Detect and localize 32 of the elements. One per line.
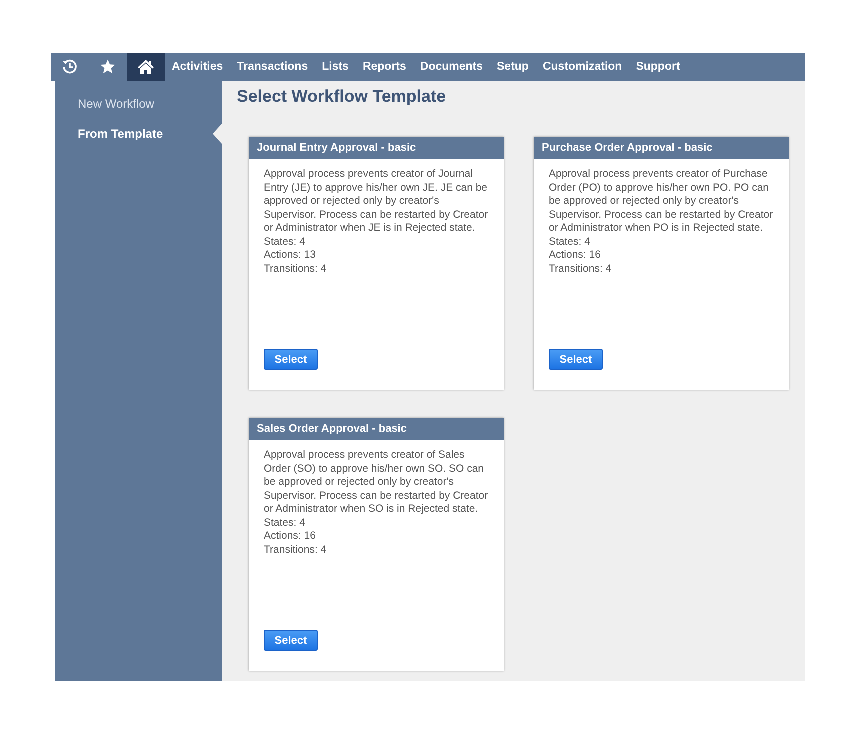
menu-tab[interactable]: Activities <box>165 53 230 81</box>
menu-tab[interactable]: Setup <box>490 53 536 81</box>
template-stat: States: 4 <box>264 516 306 530</box>
select-button[interactable]: Select <box>264 630 318 651</box>
menu-tab[interactable]: Reports <box>356 53 414 81</box>
home-button[interactable] <box>127 53 165 81</box>
select-button[interactable]: Select <box>264 349 318 370</box>
menu-tab[interactable]: Lists <box>315 53 356 81</box>
menu-tab[interactable]: Support <box>629 53 688 81</box>
star-icon <box>100 59 116 75</box>
template-stat: Transitions: 4 <box>549 262 613 276</box>
template-stat: Actions: 16 <box>264 530 317 544</box>
page-title: Select Workflow Template <box>237 87 448 107</box>
menu-tab[interactable]: Transactions <box>230 53 316 81</box>
card-title: Sales Order Approval - basic <box>249 418 504 440</box>
template-stat: Transitions: 4 <box>264 544 328 557</box>
menu-tab[interactable]: Documents <box>413 53 490 81</box>
home-icon <box>137 59 155 75</box>
template-stat: States: 4 <box>264 236 306 249</box>
card-title: Purchase Order Approval - basic <box>534 137 789 159</box>
template-description: Approval process prevents creator of Purchase Order (PO) to approve his/her own PO. PO can be approved or rejected only by creator's Supervisor. Process can be restarted by Creator or Administrator when PO is in Rejected state. <box>549 168 774 236</box>
template-description: Approval process prevents creator of Journal Entry (JE) to approve his/her own JE. JE can be approved or rejected only by creator's Supervisor. Process can be restarted by Creator or Administrator when JE is in Rejected state. <box>264 168 490 236</box>
card-title: Journal Entry Approval - basic <box>249 137 504 159</box>
template-stat: Actions: 13 <box>264 249 317 262</box>
template-stat: States: 4 <box>549 236 592 249</box>
template-stat: Actions: 16 <box>549 249 602 262</box>
select-button[interactable]: Select <box>549 349 603 370</box>
history-icon <box>62 59 78 75</box>
template-description: Approval process prevents creator of Sales Order (SO) to approve his/her own SO. SO can be approved or rejected only by creator's Supervisor. Process can be restarted by Creator or Administrator when SO is in Rejected state. <box>264 449 490 516</box>
sidebar-item[interactable]: New Workflow <box>55 93 222 115</box>
template-stat: Transitions: 4 <box>264 262 328 276</box>
menu-tab[interactable]: Customization <box>536 53 630 81</box>
